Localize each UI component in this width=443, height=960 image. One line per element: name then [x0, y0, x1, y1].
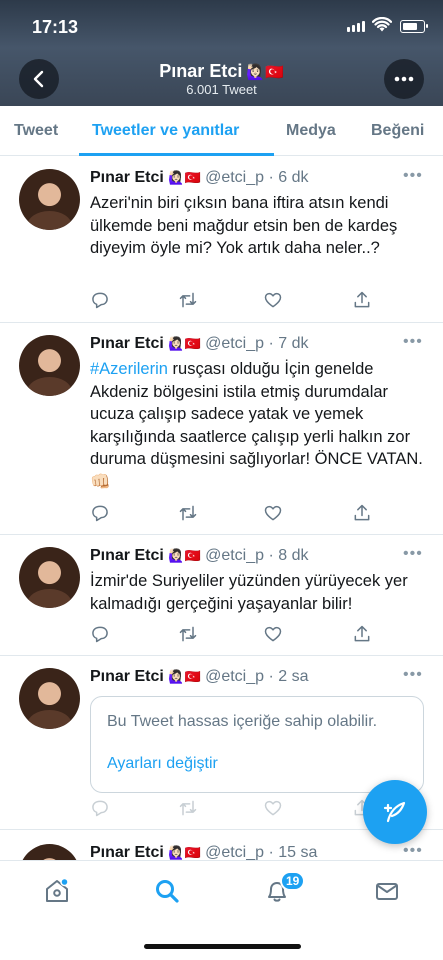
- sensitive-content-warning: Bu Tweet hassas içeriğe sahip olabilir. …: [90, 696, 424, 793]
- tweet-header: Pınar Etci 🙋🏻‍♀️🇹🇷 @etci_p · 2 sa: [90, 668, 309, 686]
- notifications-badge: 19: [280, 871, 306, 891]
- tab-tweets-and-replies[interactable]: Tweetler ve yanıtlar: [92, 122, 239, 140]
- avatar[interactable]: [19, 547, 80, 608]
- reply-icon[interactable]: [90, 624, 112, 646]
- tweet-author-name: Pınar Etci: [90, 335, 164, 352]
- signal-icon: [347, 21, 365, 32]
- like-icon[interactable]: [263, 290, 285, 312]
- reply-icon[interactable]: [90, 290, 112, 312]
- profile-name: Pınar Etci: [159, 61, 243, 81]
- tweet-options-icon[interactable]: •••: [403, 545, 423, 563]
- status-time: 17:13: [32, 17, 79, 37]
- tweet-header: Pınar Etci 🙋🏻‍♀️🇹🇷 @etci_p · 7 dk: [90, 335, 309, 353]
- tweet-options-icon[interactable]: •••: [403, 842, 423, 860]
- tweet-time: 15 sa: [278, 844, 318, 861]
- tweet-author-name: Pınar Etci: [90, 169, 164, 186]
- tweet-options-icon[interactable]: •••: [403, 666, 423, 684]
- tweet-time: 6 dk: [278, 169, 309, 186]
- avatar[interactable]: [19, 335, 80, 396]
- tab-tweet[interactable]: Tweet: [14, 122, 58, 140]
- separator-dot: ·: [268, 668, 274, 685]
- tweet-item[interactable]: Pınar Etci 🙋🏻‍♀️🇹🇷 @etci_p · 6 dk ••• Az…: [0, 157, 443, 323]
- tweet-emoji: 👊🏻: [90, 472, 111, 491]
- tweet-time: 2 sa: [278, 668, 309, 685]
- tweet-options-icon[interactable]: •••: [403, 167, 423, 185]
- tab-media[interactable]: Medya: [286, 122, 336, 140]
- tweet-author-name: Pınar Etci: [90, 844, 164, 861]
- compose-icon: [383, 801, 406, 823]
- retweet-icon[interactable]: [178, 290, 200, 312]
- like-icon[interactable]: [263, 624, 285, 646]
- separator-dot: ·: [268, 169, 274, 186]
- tweet-time: 8 dk: [278, 547, 309, 564]
- tweet-item[interactable]: Pınar Etci 🙋🏻‍♀️🇹🇷 @etci_p · 8 dk ••• İz…: [0, 535, 443, 656]
- like-icon[interactable]: [263, 798, 285, 820]
- tweet-header: Pınar Etci 🙋🏻‍♀️🇹🇷 @etci_p · 8 dk: [90, 547, 309, 565]
- tweet-author-emojis: 🙋🏻‍♀️🇹🇷: [168, 669, 201, 684]
- active-tab-indicator: [79, 153, 274, 156]
- more-icon: [394, 76, 414, 82]
- reply-icon[interactable]: [90, 503, 112, 525]
- retweet-icon[interactable]: [178, 798, 200, 820]
- share-icon[interactable]: [352, 624, 374, 646]
- tweet-text: Azeri'nin biri çıksın bana iftira atsın …: [90, 194, 398, 257]
- share-icon[interactable]: [352, 503, 374, 525]
- tweet-author-emojis: 🙋🏻‍♀️🇹🇷: [168, 336, 201, 351]
- avatar[interactable]: [19, 169, 80, 230]
- home-icon[interactable]: [42, 876, 72, 906]
- change-settings-link[interactable]: Ayarları değiştir: [107, 755, 218, 773]
- tweet-author-name: Pınar Etci: [90, 547, 164, 564]
- more-button[interactable]: [384, 59, 424, 99]
- hashtag-link[interactable]: #Azerilerin: [90, 360, 168, 378]
- tweet-time: 7 dk: [278, 335, 309, 352]
- tweet-options-icon[interactable]: •••: [403, 333, 423, 351]
- reply-icon[interactable]: [90, 798, 112, 820]
- wifi-icon: [371, 16, 393, 38]
- retweet-icon[interactable]: [178, 624, 200, 646]
- tweet-author-name: Pınar Etci: [90, 668, 164, 685]
- avatar[interactable]: [19, 668, 80, 729]
- separator-dot: ·: [268, 547, 274, 564]
- tweet-count: 6.001 Tweet: [186, 82, 257, 97]
- status-bar: 17:13: [0, 0, 443, 50]
- tweet-author-emojis: 🙋🏻‍♀️🇹🇷: [168, 548, 201, 563]
- tweet-author-handle: @etci_p: [205, 844, 265, 861]
- tweet-text: İzmir'de Suriyeliler yüzünden yürüyecek …: [90, 572, 408, 613]
- tweet-author-emojis: 🙋🏻‍♀️🇹🇷: [168, 845, 201, 860]
- search-icon[interactable]: [152, 876, 182, 906]
- separator-dot: ·: [268, 335, 274, 352]
- tweet-author-handle: @etci_p: [205, 668, 265, 685]
- messages-icon[interactable]: [372, 876, 402, 906]
- separator-dot: ·: [268, 844, 274, 861]
- profile-emojis: 🙋🏻‍♀️🇹🇷: [246, 64, 284, 81]
- share-icon[interactable]: [352, 290, 374, 312]
- retweet-icon[interactable]: [178, 503, 200, 525]
- tab-likes[interactable]: Beğeni: [371, 122, 424, 140]
- tweet-author-handle: @etci_p: [205, 169, 265, 186]
- profile-tabs: Tweet Tweetler ve yanıtlar Medya Beğeni: [0, 106, 443, 156]
- tweet-author-handle: @etci_p: [205, 335, 265, 352]
- tweet-author-emojis: 🙋🏻‍♀️🇹🇷: [168, 170, 201, 185]
- compose-button[interactable]: [363, 780, 427, 844]
- like-icon[interactable]: [263, 503, 285, 525]
- tweet-text: #Azerilerin rusçası olduğu İçin genelde …: [90, 358, 435, 493]
- home-indicator: [144, 944, 301, 949]
- tweet-author-handle: @etci_p: [205, 547, 265, 564]
- tweet-item[interactable]: Pınar Etci 🙋🏻‍♀️🇹🇷 @etci_p · 7 dk ••• #A…: [0, 323, 443, 535]
- tweet-header: Pınar Etci 🙋🏻‍♀️🇹🇷 @etci_p · 6 dk: [90, 169, 309, 187]
- page-title: Pınar Etci 🙋🏻‍♀️🇹🇷: [0, 61, 443, 82]
- sensitive-message: Bu Tweet hassas içeriğe sahip olabilir.: [107, 713, 378, 730]
- profile-header: 17:13 Pınar Etci 🙋🏻‍♀️🇹🇷 6.001 Tweet: [0, 0, 443, 106]
- battery-icon: [400, 20, 428, 33]
